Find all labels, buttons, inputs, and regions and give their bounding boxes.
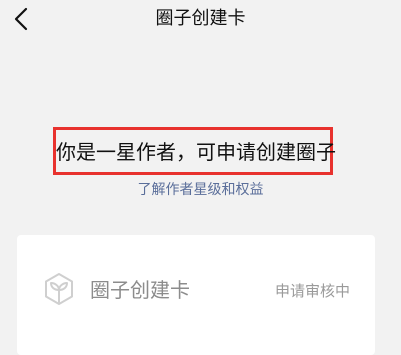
notice-message: 你是一星作者，可申请创建圈子 bbox=[56, 140, 336, 164]
card-title: 圈子创建卡 bbox=[90, 278, 190, 302]
top-bar: 圈子创建卡 bbox=[0, 0, 401, 40]
page-title: 圈子创建卡 bbox=[155, 8, 246, 29]
card-status: 申请审核中 bbox=[274, 282, 350, 300]
author-level-rights-link[interactable]: 了解作者星级和权益 bbox=[0, 181, 401, 199]
hexagon-leaf-icon bbox=[45, 273, 73, 305]
